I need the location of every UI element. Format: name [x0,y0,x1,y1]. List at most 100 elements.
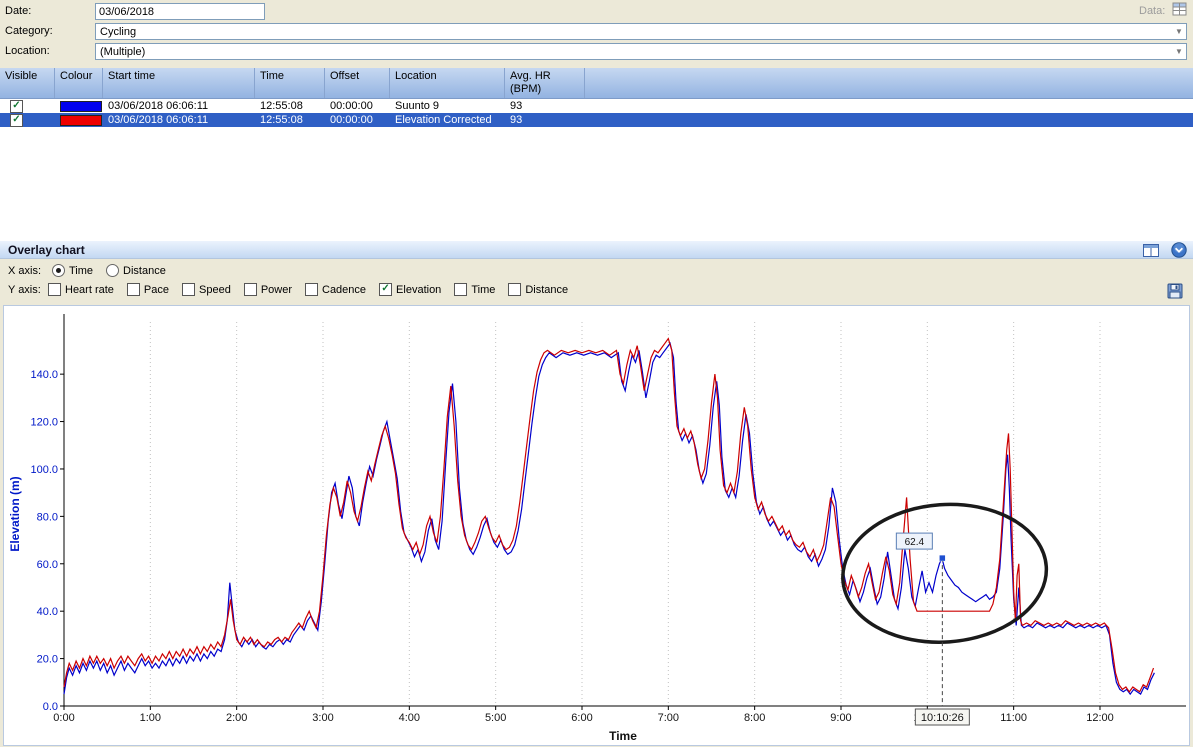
split-panel-icon[interactable] [1143,244,1159,260]
series-line-suunto-9 [64,343,1154,694]
x-axis-label: X axis: [8,265,41,277]
x-axis-option-time[interactable]: Time [52,264,93,277]
radio-button[interactable] [106,264,119,277]
y-axis-title: Elevation (m) [8,476,22,551]
column-header-visible[interactable]: Visible [0,68,55,98]
y-tick-label: 40.0 [37,606,58,618]
overlay-chart-header-bar: Overlay chart [0,240,1193,259]
overlay-chart-title: Overlay chart [8,243,85,257]
x-tick-label: 8:00 [744,712,765,724]
y-tick-label: 20.0 [37,654,58,666]
location-cell: Elevation Corrected [390,114,505,126]
colour-swatch[interactable] [60,115,102,126]
app-window: Date: Data: Category: Cycling ▼ Location… [0,0,1193,747]
column-header-colour[interactable]: Colour [55,68,103,98]
option-label: Cadence [322,284,366,296]
x-tick-label: 7:00 [658,712,679,724]
column-header-offset[interactable]: Offset [325,68,390,98]
time-cell: 12:55:08 [255,100,325,112]
option-label: Time [471,284,495,296]
option-label: Power [261,284,292,296]
x-tick-label: 6:00 [571,712,592,724]
option-label: Time [69,265,93,277]
chevron-down-circle-icon[interactable] [1171,242,1187,261]
checkbox[interactable] [182,283,195,296]
elevation-chart[interactable]: 0:001:002:003:004:005:006:007:008:009:00… [4,306,1189,745]
offset-cell: 00:00:00 [325,114,390,126]
y-axis-option-heart-rate[interactable]: Heart rate [48,283,114,296]
x-axis-option-distance[interactable]: Distance [106,264,166,277]
location-value: (Multiple) [100,46,145,58]
date-label: Date: [5,5,31,17]
y-axis-option-time[interactable]: Time [454,283,495,296]
data-grid-icon[interactable] [1172,2,1188,20]
colour-cell [55,115,103,126]
table-row[interactable]: ✓ 03/06/2018 06:06:1112:55:0800:00:00Elev… [0,113,1193,127]
start-time-cell: 03/06/2018 06:06:11 [103,100,255,112]
x-tick-label: 3:00 [312,712,333,724]
y-axis-option-distance[interactable]: Distance [508,283,568,296]
y-tick-label: 60.0 [37,559,58,571]
checkbox[interactable] [454,283,467,296]
visible-cell: ✓ [0,114,55,127]
option-label: Pace [144,284,169,296]
chevron-down-icon[interactable]: ▼ [1173,46,1185,58]
option-label: Heart rate [65,284,114,296]
y-axis-option-speed[interactable]: Speed [182,283,231,296]
series-line-elevation-corrected [64,339,1154,692]
checkbox[interactable] [127,283,140,296]
colour-cell [55,101,103,112]
time-cell: 12:55:08 [255,114,325,126]
chevron-down-icon[interactable]: ▼ [1173,26,1185,38]
y-axis-option-cadence[interactable]: Cadence [305,283,366,296]
radio-button[interactable] [52,264,65,277]
y-tick-label: 100.0 [30,464,58,476]
visible-checkbox[interactable]: ✓ [10,100,23,113]
table-header-row: VisibleColourStart timeTimeOffsetLocatio… [0,68,1193,99]
column-header-time[interactable]: Time [255,68,325,98]
column-header-start-time[interactable]: Start time [103,68,255,98]
x-tick-label: 2:00 [226,712,247,724]
checkbox[interactable] [48,283,61,296]
offset-cell: 00:00:00 [325,100,390,112]
x-tick-label: 9:00 [830,712,851,724]
visible-cell: ✓ [0,100,55,113]
checkbox[interactable] [508,283,521,296]
x-axis-title: Time [609,729,637,743]
option-label: Elevation [396,284,441,296]
visible-checkbox[interactable]: ✓ [10,114,23,127]
category-combo[interactable]: Cycling ▼ [95,23,1187,40]
colour-swatch[interactable] [60,101,102,112]
floppy-save-icon[interactable] [1167,283,1183,302]
checkbox[interactable] [244,283,257,296]
overlay-chart-plot-panel[interactable]: 0:001:002:003:004:005:006:007:008:009:00… [3,305,1190,746]
cursor-marker [939,555,945,561]
y-tick-label: 0.0 [43,701,58,713]
data-label: Data: [1139,5,1165,17]
location-cell: Suunto 9 [390,100,505,112]
cursor-axis-label: 10:10:26 [921,712,964,724]
option-label: Distance [123,265,166,277]
x-tick-label: 4:00 [399,712,420,724]
date-input[interactable] [95,3,265,20]
avg-hr-cell: 93 [505,114,585,126]
x-tick-label: 5:00 [485,712,506,724]
location-combo[interactable]: (Multiple) ▼ [95,43,1187,60]
y-axis-option-pace[interactable]: Pace [127,283,169,296]
option-label: Speed [199,284,231,296]
location-label: Location: [5,45,50,57]
table-row[interactable]: ✓ 03/06/2018 06:06:1112:55:0800:00:00Suun… [0,99,1193,113]
checkbox[interactable] [305,283,318,296]
y-tick-label: 140.0 [30,369,58,381]
checkbox[interactable]: ✓ [379,283,392,296]
start-time-cell: 03/06/2018 06:06:11 [103,114,255,126]
column-header-avg-hr-bpm[interactable]: Avg. HR (BPM) [505,68,585,98]
y-axis-option-elevation[interactable]: ✓ Elevation [379,283,441,296]
x-tick-label: 12:00 [1086,712,1114,724]
avg-hr-cell: 93 [505,100,585,112]
column-header-location[interactable]: Location [390,68,505,98]
y-tick-label: 80.0 [37,511,58,523]
y-axis-option-power[interactable]: Power [244,283,292,296]
category-label: Category: [5,25,53,37]
x-tick-label: 11:00 [1000,712,1027,724]
